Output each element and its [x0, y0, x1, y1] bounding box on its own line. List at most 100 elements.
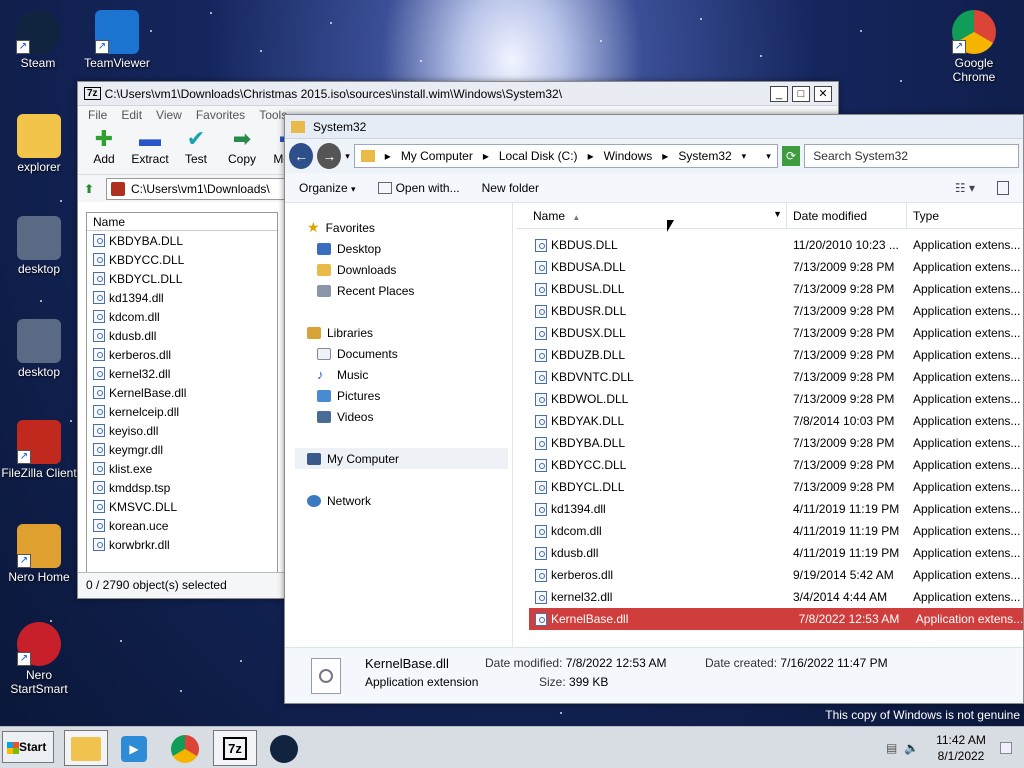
list-item[interactable]: keyiso.dll — [87, 421, 277, 440]
desktop-icon-desktop-2[interactable]: desktop — [0, 319, 79, 379]
file-list[interactable]: Name ▲ ▼ Date modified Type KBDUS.DLL 11/… — [517, 203, 1023, 647]
table-row[interactable]: KBDYBA.DLL 7/13/2009 9:28 PM Application e… — [517, 432, 1023, 454]
explorer-window[interactable]: System32 ← → ▾ ▸ My Computer ▸ Local Dis… — [284, 114, 1024, 704]
desktop-icon-steam[interactable]: ↗ Steam — [0, 10, 78, 70]
extract-button[interactable]: ▬ Extract — [130, 126, 170, 172]
explorer-titlebar[interactable]: System32 — [285, 115, 1023, 139]
network-tray-icon[interactable]: ▤ — [886, 741, 904, 755]
menu-file[interactable]: File — [88, 108, 107, 122]
desktop-icon-nero-home[interactable]: ↗ Nero Home — [0, 524, 79, 584]
table-row[interactable]: kernel32.dll 3/4/2014 4:44 AM Application … — [517, 586, 1023, 608]
breadcrumb-separator[interactable]: ▸ — [662, 149, 668, 163]
clock[interactable]: 11:42 AM 8/1/2022 — [926, 732, 996, 764]
menu-favorites[interactable]: Favorites — [196, 108, 245, 122]
start-button[interactable]: Start — [2, 731, 54, 763]
desktop-icon-teamviewer[interactable]: ↗ TeamViewer — [77, 10, 157, 70]
table-row[interactable]: KBDWOL.DLL 7/13/2009 9:28 PM Application e… — [517, 388, 1023, 410]
nav-favorites[interactable]: ★ Favorites — [285, 217, 512, 238]
list-item[interactable]: kdcom.dll — [87, 307, 277, 326]
table-row[interactable]: KBDUZB.DLL 7/13/2009 9:28 PM Application e… — [517, 344, 1023, 366]
list-item[interactable]: KBDYCL.DLL — [87, 269, 277, 288]
desktop-icon-nero-startsmart[interactable]: ↗ Nero StartSmart — [0, 622, 79, 696]
open-with-button[interactable]: Open with... — [377, 181, 460, 195]
table-row[interactable]: KBDVNTC.DLL 7/13/2009 9:28 PM Application … — [517, 366, 1023, 388]
copy-button[interactable]: ➡ Copy — [222, 126, 262, 172]
nav-pictures[interactable]: Pictures — [285, 385, 512, 406]
menu-view[interactable]: View — [156, 108, 182, 122]
taskbar-steam[interactable] — [262, 730, 306, 766]
desktop-icon-explorer[interactable]: explorer — [0, 114, 79, 174]
add-button[interactable]: ✚ Add — [84, 126, 124, 172]
taskbar-chrome[interactable] — [163, 730, 207, 766]
table-row[interactable]: KBDYCC.DLL 7/13/2009 9:28 PM Application e… — [517, 454, 1023, 476]
breadcrumb-separator[interactable]: ▸ — [588, 149, 594, 163]
table-row[interactable]: KBDUSL.DLL 7/13/2009 9:28 PM Application e… — [517, 278, 1023, 300]
list-item[interactable]: klist.exe — [87, 459, 277, 478]
column-header-type[interactable]: Type — [907, 203, 1023, 228]
organize-button[interactable]: Organize ▾ — [299, 181, 356, 195]
taskbar-7zip[interactable]: 7z — [213, 730, 257, 766]
nav-desktop[interactable]: Desktop — [285, 238, 512, 259]
column-header-date[interactable]: Date modified — [787, 203, 907, 228]
taskbar-explorer[interactable] — [64, 730, 108, 766]
desktop-icon-chrome[interactable]: ↗ Google Chrome — [934, 10, 1014, 84]
column-header-name[interactable]: Name — [87, 213, 277, 231]
table-row[interactable]: KBDYAK.DLL 7/8/2014 10:03 PM Application e… — [517, 410, 1023, 432]
table-row[interactable]: KBDUSX.DLL 7/13/2009 9:28 PM Application e… — [517, 322, 1023, 344]
list-item[interactable]: kerberos.dll — [87, 345, 277, 364]
preview-pane-icon[interactable] — [997, 180, 1009, 195]
table-row[interactable]: kdusb.dll 4/11/2019 11:19 PM Application e… — [517, 542, 1023, 564]
table-row[interactable]: kdcom.dll 4/11/2019 11:19 PM Application e… — [517, 520, 1023, 542]
table-row[interactable]: KBDYCL.DLL 7/13/2009 9:28 PM Application e… — [517, 476, 1023, 498]
view-options-icon[interactable]: ☷ ▾ — [955, 181, 975, 195]
list-item[interactable]: KBDYBA.DLL — [87, 231, 277, 250]
table-row[interactable]: KBDUSR.DLL 7/13/2009 9:28 PM Application e… — [517, 300, 1023, 322]
column-header-name[interactable]: Name ▲ ▼ — [517, 203, 787, 228]
refresh-button[interactable]: ⟳ — [781, 146, 801, 166]
breadcrumb-local-disk[interactable]: Local Disk (C:) — [499, 149, 578, 163]
breadcrumb-system32[interactable]: System32 — [678, 149, 731, 163]
nav-network[interactable]: Network — [285, 490, 512, 511]
list-item[interactable]: kdusb.dll — [87, 326, 277, 345]
list-item[interactable]: kernel32.dll — [87, 364, 277, 383]
show-desktop-button[interactable] — [1000, 742, 1012, 754]
breadcrumb-separator[interactable]: ▸ — [483, 149, 489, 163]
desktop-icon-desktop-1[interactable]: desktop — [0, 216, 79, 276]
breadcrumb-windows[interactable]: Windows — [604, 149, 653, 163]
sevenzip-file-list[interactable]: Name KBDYBA.DLL KBDYCC.DLL KBDYCL.DLL kd139… — [86, 212, 278, 598]
list-item[interactable]: korwbrkr.dll — [87, 535, 277, 554]
maximize-button[interactable]: □ — [792, 85, 810, 102]
list-item[interactable]: kd1394.dll — [87, 288, 277, 307]
nav-music[interactable]: ♪ Music — [285, 364, 512, 385]
list-item[interactable]: KMSVC.DLL — [87, 497, 277, 516]
taskbar-media-player[interactable]: ▶ — [112, 730, 156, 766]
nav-videos[interactable]: Videos — [285, 406, 512, 427]
volume-icon[interactable]: 🔈 — [904, 741, 926, 755]
list-item[interactable]: KBDYCC.DLL — [87, 250, 277, 269]
nav-recent-places[interactable]: Recent Places — [285, 280, 512, 301]
close-button[interactable]: ✕ — [814, 85, 832, 102]
nav-downloads[interactable]: Downloads — [285, 259, 512, 280]
list-item[interactable]: KernelBase.dll — [87, 383, 277, 402]
list-item[interactable]: kmddsp.tsp — [87, 478, 277, 497]
sevenzip-titlebar[interactable]: 7z C:\Users\vm1\Downloads\Christmas 2015… — [78, 82, 838, 106]
nav-documents[interactable]: Documents — [285, 343, 512, 364]
back-button[interactable]: ← — [289, 143, 314, 169]
menu-edit[interactable]: Edit — [121, 108, 142, 122]
nav-libraries[interactable]: Libraries — [285, 322, 512, 343]
column-filter-dropdown[interactable]: ▼ — [773, 209, 782, 219]
breadcrumb-my-computer[interactable]: My Computer — [401, 149, 473, 163]
list-item[interactable]: korean.uce — [87, 516, 277, 535]
recent-pages-dropdown[interactable]: ▾ — [345, 151, 350, 162]
search-input[interactable]: Search System32 — [804, 144, 1019, 168]
table-row[interactable]: KernelBase.dll 7/8/2022 12:53 AM Applicati… — [529, 608, 1023, 630]
nav-my-computer[interactable]: My Computer — [295, 448, 508, 469]
list-item[interactable]: kernelceip.dll — [87, 402, 277, 421]
table-row[interactable]: kerberos.dll 9/19/2014 5:42 AM Application… — [517, 564, 1023, 586]
test-button[interactable]: ✔ Test — [176, 126, 216, 172]
table-row[interactable]: KBDUS.DLL 11/20/2010 10:23 ... Application… — [517, 234, 1023, 256]
up-folder-icon[interactable]: ⬆ — [84, 182, 102, 196]
forward-button[interactable]: → — [317, 143, 342, 169]
table-row[interactable]: KBDUSA.DLL 7/13/2009 9:28 PM Application e… — [517, 256, 1023, 278]
menu-tools[interactable]: Tools — [259, 108, 287, 122]
